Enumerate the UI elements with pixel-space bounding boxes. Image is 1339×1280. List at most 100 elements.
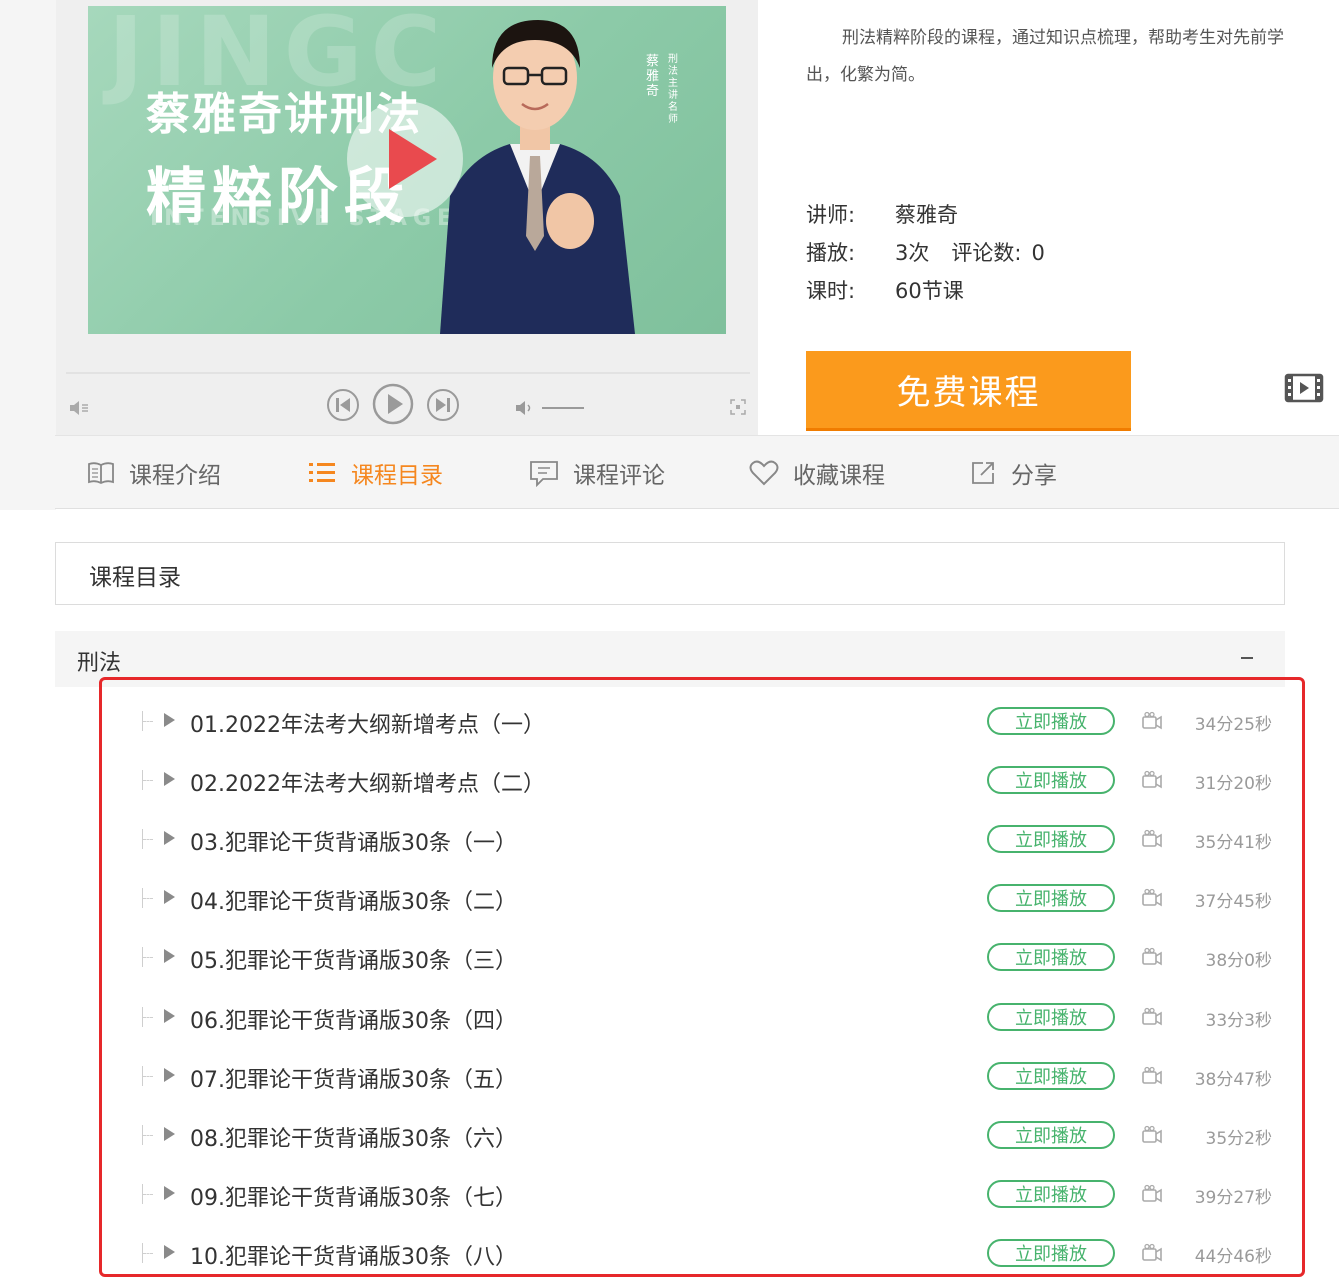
play-now-button[interactable]: 立即播放: [987, 1062, 1115, 1090]
lesson-title[interactable]: 01.2022年法考大纲新增考点（一）: [190, 707, 545, 739]
play-now-button[interactable]: 立即播放: [987, 766, 1115, 794]
plays-info: 播放: 3次 评论数: 0: [806, 237, 1045, 267]
lessons-value: 60节课: [895, 279, 964, 303]
lesson-title[interactable]: 02.2022年法考大纲新增考点（二）: [190, 766, 545, 798]
share-icon: [969, 459, 997, 487]
film-icon[interactable]: [1284, 372, 1324, 408]
lesson-title[interactable]: 03.犯罪论干货背诵版30条（一）: [190, 825, 517, 857]
poster-teacher-subtitle: 刑法主讲名师: [668, 54, 678, 125]
tab-course-comments[interactable]: 课程评论: [529, 436, 665, 510]
lesson-title[interactable]: 05.犯罪论干货背诵版30条（三）: [190, 943, 517, 975]
video-camera-icon: [1141, 1184, 1163, 1208]
expand-arrow-icon[interactable]: [164, 1127, 175, 1141]
chapter-header[interactable]: 刑法: [55, 631, 1285, 687]
list-icon: [307, 460, 337, 486]
tree-connector: [142, 1007, 156, 1027]
video-camera-icon: [1141, 1243, 1163, 1267]
tree-connector: [142, 1243, 156, 1263]
play-pause-icon[interactable]: [371, 382, 415, 426]
left-background: [0, 0, 56, 510]
play-now-button[interactable]: 立即播放: [987, 707, 1115, 735]
play-now-button[interactable]: 立即播放: [987, 1180, 1115, 1208]
lesson-row[interactable]: 01.2022年法考大纲新增考点（一） 立即播放 34分25秒: [140, 701, 1280, 741]
tree-connector: [142, 829, 156, 849]
video-camera-icon: [1141, 1066, 1163, 1090]
volume-down-icon[interactable]: [68, 398, 90, 418]
lesson-row[interactable]: 10.犯罪论干货背诵版30条（八） 立即播放 44分46秒: [140, 1233, 1280, 1273]
lesson-title[interactable]: 09.犯罪论干货背诵版30条（七）: [190, 1180, 517, 1212]
play-now-button[interactable]: 立即播放: [987, 825, 1115, 853]
tree-connector: [142, 1184, 156, 1204]
lesson-title[interactable]: 08.犯罪论干货背诵版30条（六）: [190, 1121, 517, 1153]
expand-arrow-icon[interactable]: [164, 1186, 175, 1200]
tab-share[interactable]: 分享: [969, 436, 1057, 510]
teacher-info: 讲师: 蔡雅奇: [806, 199, 958, 229]
lesson-title[interactable]: 04.犯罪论干货背诵版30条（二）: [190, 884, 517, 916]
collapse-icon[interactable]: [1241, 657, 1253, 659]
video-camera-icon: [1141, 829, 1163, 853]
lesson-row[interactable]: 06.犯罪论干货背诵版30条（四） 立即播放 33分3秒: [140, 997, 1280, 1037]
tree-connector: [142, 947, 156, 967]
video-camera-icon: [1141, 711, 1163, 735]
lesson-duration: 44分46秒: [1194, 1247, 1272, 1267]
expand-arrow-icon[interactable]: [164, 1068, 175, 1082]
tab-label: 分享: [1011, 463, 1057, 489]
video-camera-icon: [1141, 888, 1163, 912]
lesson-row[interactable]: 03.犯罪论干货背诵版30条（一） 立即播放 35分41秒: [140, 819, 1280, 859]
lesson-title[interactable]: 06.犯罪论干货背诵版30条（四）: [190, 1003, 517, 1035]
course-description: 刑法精粹阶段的课程，通过知识点梳理，帮助考生对先前学 出，化繁为简。: [806, 20, 1339, 94]
play-now-button[interactable]: 立即播放: [987, 1003, 1115, 1031]
previous-icon[interactable]: [326, 388, 360, 422]
fullscreen-icon[interactable]: [730, 399, 746, 415]
tree-connector: [142, 1066, 156, 1086]
play-now-button[interactable]: 立即播放: [987, 884, 1115, 912]
tab-favorite-course[interactable]: 收藏课程: [749, 436, 885, 510]
expand-arrow-icon[interactable]: [164, 831, 175, 845]
video-camera-icon: [1141, 947, 1163, 971]
lesson-duration: 35分41秒: [1194, 833, 1272, 853]
lessons-info: 课时: 60节课: [806, 275, 964, 305]
expand-arrow-icon[interactable]: [164, 1245, 175, 1259]
lesson-row[interactable]: 02.2022年法考大纲新增考点（二） 立即播放 31分20秒: [140, 760, 1280, 800]
tab-course-intro[interactable]: 课程介绍: [87, 436, 221, 510]
expand-arrow-icon[interactable]: [164, 1009, 175, 1023]
lesson-row[interactable]: 07.犯罪论干货背诵版30条（五） 立即播放 38分47秒: [140, 1056, 1280, 1096]
tab-course-catalogue[interactable]: 课程目录: [307, 436, 443, 510]
heart-icon: [749, 459, 779, 487]
lesson-title[interactable]: 07.犯罪论干货背诵版30条（五）: [190, 1062, 517, 1094]
lessons-label: 课时:: [806, 279, 856, 303]
expand-arrow-icon[interactable]: [164, 713, 175, 727]
expand-arrow-icon[interactable]: [164, 772, 175, 786]
chapter-title: 刑法: [77, 651, 122, 676]
book-icon: [87, 460, 115, 486]
expand-arrow-icon[interactable]: [164, 949, 175, 963]
lesson-row[interactable]: 04.犯罪论干货背诵版30条（二） 立即播放 37分45秒: [140, 878, 1280, 918]
video-play-button[interactable]: [347, 101, 463, 217]
tab-label: 课程目录: [351, 463, 443, 489]
plays-value: 3次: [895, 241, 930, 265]
free-course-button[interactable]: 免费课程: [806, 351, 1131, 431]
tree-connector: [142, 888, 156, 908]
lesson-duration: 33分3秒: [1205, 1011, 1272, 1031]
lesson-row[interactable]: 09.犯罪论干货背诵版30条（七） 立即播放 39分27秒: [140, 1174, 1280, 1214]
tree-connector: [142, 711, 156, 731]
lesson-row[interactable]: 05.犯罪论干货背诵版30条（三） 立即播放 38分0秒: [140, 937, 1280, 977]
play-now-button[interactable]: 立即播放: [987, 1121, 1115, 1149]
tab-label: 课程评论: [573, 463, 665, 489]
video-progress-bar[interactable]: [66, 372, 750, 374]
next-icon[interactable]: [426, 388, 460, 422]
teacher-label: 讲师:: [806, 203, 856, 227]
volume-icon[interactable]: [514, 398, 586, 418]
lesson-title[interactable]: 10.犯罪论干货背诵版30条（八）: [190, 1239, 517, 1271]
course-description-line: 刑法精粹阶段的课程，通过知识点梳理，帮助考生对先前学: [842, 28, 1284, 48]
expand-arrow-icon[interactable]: [164, 890, 175, 904]
video-camera-icon: [1141, 1007, 1163, 1031]
poster-teacher-name: 蔡雅奇: [646, 54, 660, 99]
plays-label: 播放:: [806, 241, 856, 265]
lesson-row[interactable]: 08.犯罪论干货背诵版30条（六） 立即播放 35分2秒: [140, 1115, 1280, 1155]
play-now-button[interactable]: 立即播放: [987, 1239, 1115, 1267]
play-now-button[interactable]: 立即播放: [987, 943, 1115, 971]
comment-icon: [529, 459, 559, 487]
comments-label: 评论数:: [951, 241, 1022, 265]
course-tab-bar: 课程介绍 课程目录 课程评论 收藏课程 分享: [55, 435, 1339, 509]
